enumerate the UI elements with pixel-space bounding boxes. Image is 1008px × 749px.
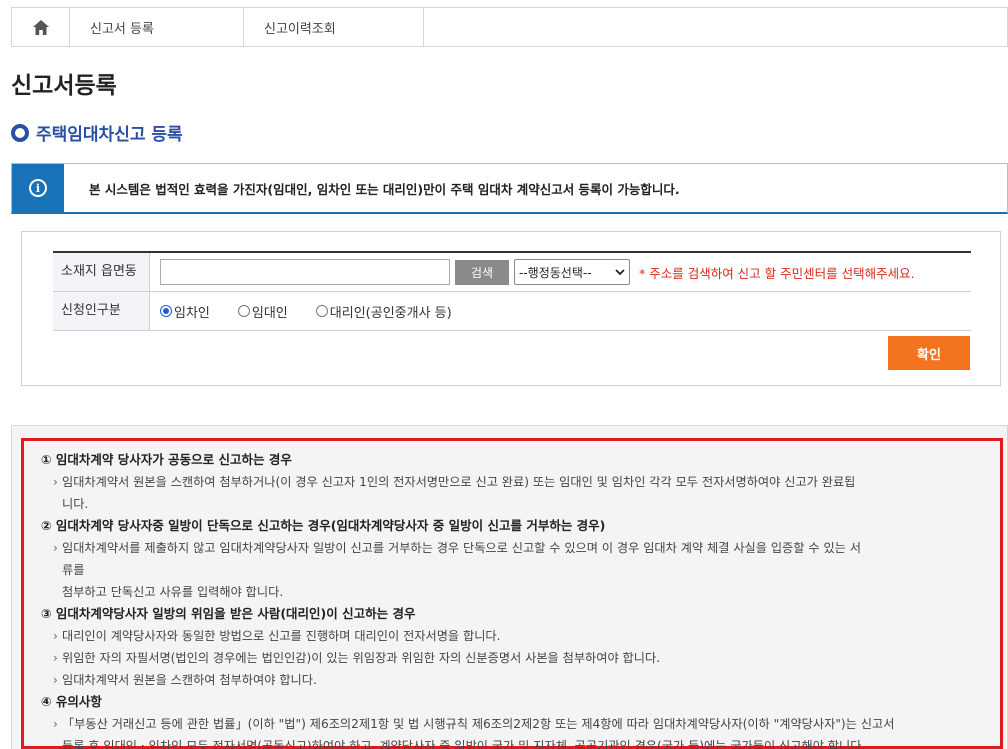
form-row-location: 소재지 읍면동 검색 --행정동선택-- * 주소를 검색하여 신고 할 주민센… — [53, 253, 971, 292]
guide-item: › 임대차계약서를 제출하지 않고 임대차계약당사자 일방이 신고를 거부하는 경… — [41, 537, 991, 603]
page-title: 신고서등록 — [11, 73, 117, 99]
guide-heading: ② 임대차계약 당사자중 일방이 단독으로 신고하는 경우(임대차계약당사자 중… — [41, 518, 606, 533]
guide-heading: ③ 임대차계약당사자 일방의 위임을 받은 사람(대리인)이 신고하는 경우 — [41, 606, 416, 621]
district-select-value: --행정동선택-- — [519, 265, 592, 280]
applicant-label: 신청인구분 — [53, 292, 150, 330]
guide-content: ① 임대차계약 당사자가 공동으로 신고하는 경우 › 임대차계약서 원본을 스캔하… — [41, 449, 991, 749]
guide-item-line: 「부동산 거래신고 등에 관한 법률」(이하 "법") 제6조의2제1항 및 법… — [62, 717, 895, 731]
ring-bullet-icon — [11, 123, 29, 142]
notice-icon-box: i — [12, 163, 64, 213]
address-hint: * 주소를 검색하여 신고 할 주민센터를 선택해주세요. — [639, 265, 915, 281]
guide-heading: ① 임대차계약 당사자가 공동으로 신고하는 경우 — [41, 452, 292, 467]
top-navigation: 신고서 등록 신고이력조회 — [11, 7, 1008, 47]
form-table: 소재지 읍면동 검색 --행정동선택-- * 주소를 검색하여 신고 할 주민센… — [53, 251, 971, 331]
guide-item-line: 대리인이 계약당사자와 동일한 방법으로 신고를 진행하며 대리인이 전자서명을… — [62, 629, 501, 643]
guide-item-line: 첨부하고 단독신고 사유를 입력해야 합니다. — [62, 585, 284, 599]
radio-tenant[interactable]: 임차인 — [160, 302, 210, 321]
nav-tab-history[interactable]: 신고이력조회 — [244, 8, 424, 46]
guide-item: › 임대차계약서 원본을 스캔하여 첨부하거나(이 경우 신고자 1인의 전자서명… — [41, 471, 991, 515]
guide-item-line: 니다. — [62, 497, 89, 511]
radio-agent-circle[interactable] — [315, 305, 328, 317]
district-select[interactable]: --행정동선택-- — [514, 259, 630, 285]
section-title: 주택임대차신고 등록 — [11, 120, 183, 145]
radio-agent-label: 대리인(공인중개사 등) — [329, 305, 452, 321]
location-label: 소재지 읍면동 — [53, 253, 150, 291]
registration-form: 소재지 읍면동 검색 --행정동선택-- * 주소를 검색하여 신고 할 주민센… — [21, 231, 1001, 386]
notice-text: 본 시스템은 법적인 효력을 가진자(임대인, 임차인 또는 대리인)만이 주택… — [89, 181, 680, 197]
guide-item-line: 위임한 자의 자필서명(법인의 경우에는 법인인감)이 있는 위임장과 위임한 … — [62, 651, 661, 665]
chevron-right-icon: › — [53, 541, 58, 555]
info-icon: i — [29, 179, 47, 197]
confirm-button[interactable]: 확인 — [888, 336, 970, 370]
chevron-right-icon: › — [53, 629, 58, 643]
guide-item-line: 등록 후 임대인 · 임차인 모두 전자서명(공동신고)하여야 하고, 계약당사… — [62, 739, 866, 749]
chevron-right-icon: › — [53, 717, 58, 731]
radio-tenant-label: 임차인 — [174, 305, 210, 321]
chevron-right-icon: › — [53, 475, 58, 489]
radio-landlord-circle[interactable] — [237, 305, 250, 317]
guide-heading: ④ 유의사항 — [41, 694, 102, 709]
guide-item: › 대리인이 계약당사자와 동일한 방법으로 신고를 진행하며 대리인이 전자서명… — [41, 625, 991, 647]
chevron-right-icon: › — [53, 673, 58, 687]
radio-tenant-circle[interactable] — [160, 305, 172, 317]
form-row-applicant: 신청인구분 임차인 임대인 대리인(공인중개사 등) — [53, 292, 971, 331]
home-icon — [32, 19, 49, 35]
guide-item-line: 임대차계약서를 제출하지 않고 임대차계약당사자 일방이 신고를 거부하는 경우… — [62, 541, 861, 555]
nav-tab-register[interactable]: 신고서 등록 — [70, 8, 244, 46]
guide-item: › 「부동산 거래신고 등에 관한 법률」(이하 "법") 제6조의2제1항 및 … — [41, 713, 991, 749]
radio-agent[interactable]: 대리인(공인중개사 등) — [315, 302, 452, 321]
radio-landlord[interactable]: 임대인 — [237, 302, 288, 321]
guide-item-line: 류를 — [62, 563, 85, 577]
notice-banner: i 본 시스템은 법적인 효력을 가진자(임대인, 임차인 또는 대리인)만이 … — [11, 163, 1008, 214]
guide-item-line: 임대차계약서 원본을 스캔하여 첨부하거나(이 경우 신고자 1인의 전자서명만… — [62, 475, 856, 489]
guide-item: › 임대차계약서 원본을 스캔하여 첨부하여야 합니다. — [41, 669, 991, 691]
guide-item: › 위임한 자의 자필서명(법인의 경우에는 법인인감)이 있는 위임장과 위임한… — [41, 647, 991, 669]
address-input[interactable] — [160, 259, 450, 285]
guide-item-line: 임대차계약서 원본을 스캔하여 첨부하여야 합니다. — [62, 673, 317, 687]
radio-landlord-label: 임대인 — [251, 305, 288, 321]
section-title-text: 주택임대차신고 등록 — [36, 125, 183, 145]
chevron-right-icon: › — [53, 651, 58, 665]
search-button[interactable]: 검색 — [455, 259, 509, 285]
chevron-down-icon — [615, 268, 625, 275]
home-button[interactable] — [12, 8, 70, 46]
